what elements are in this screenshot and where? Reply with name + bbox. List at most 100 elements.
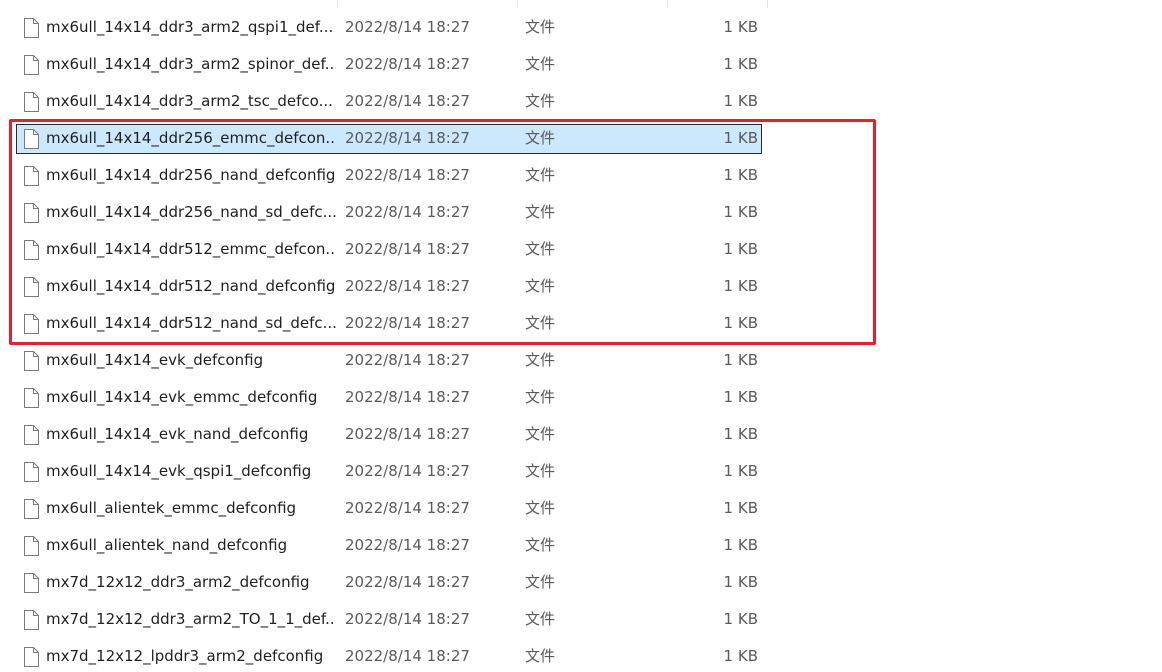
- file-modified-date: 2022/8/14 18:27: [345, 573, 470, 591]
- file-type: 文件: [525, 314, 556, 332]
- file-row[interactable]: mx7d_12x12_ddr3_arm2_defconfig 2022/8/14…: [16, 568, 762, 598]
- file-type: 文件: [525, 277, 556, 295]
- file-size: 1 KB: [723, 203, 758, 221]
- file-icon: [24, 425, 39, 445]
- file-size: 1 KB: [723, 55, 758, 73]
- file-modified-date: 2022/8/14 18:27: [345, 351, 470, 369]
- file-size: 1 KB: [723, 425, 758, 443]
- file-row[interactable]: mx6ull_alientek_nand_defconfig 2022/8/14…: [16, 531, 762, 561]
- file-icon: [24, 92, 39, 112]
- file-icon: [24, 647, 39, 667]
- file-type: 文件: [525, 55, 556, 73]
- file-icon: [24, 277, 39, 297]
- file-row[interactable]: mx6ull_14x14_evk_qspi1_defconfig 2022/8/…: [16, 457, 762, 487]
- file-row[interactable]: mx6ull_14x14_evk_defconfig 2022/8/14 18:…: [16, 346, 762, 376]
- file-type: 文件: [525, 462, 556, 480]
- file-size: 1 KB: [723, 462, 758, 480]
- file-name: mx6ull_alientek_nand_defconfig: [46, 536, 288, 554]
- file-modified-date: 2022/8/14 18:27: [345, 425, 470, 443]
- file-modified-date: 2022/8/14 18:27: [345, 18, 470, 36]
- file-row[interactable]: mx6ull_14x14_ddr512_emmc_defcon... 2022/…: [16, 235, 762, 265]
- file-row[interactable]: mx6ull_14x14_ddr512_nand_sd_defc... 2022…: [16, 309, 762, 339]
- file-name: mx6ull_14x14_ddr3_arm2_qspi1_def...: [46, 18, 334, 36]
- file-name: mx6ull_14x14_ddr512_emmc_defcon...: [46, 240, 336, 258]
- column-separator: [767, 0, 768, 8]
- file-name: mx6ull_14x14_ddr256_emmc_defcon...: [46, 129, 336, 147]
- file-size: 1 KB: [723, 277, 758, 295]
- file-row[interactable]: mx6ull_14x14_evk_emmc_defconfig 2022/8/1…: [16, 383, 762, 413]
- file-icon: [24, 166, 39, 186]
- column-separator: [667, 0, 668, 8]
- file-modified-date: 2022/8/14 18:27: [345, 166, 470, 184]
- file-type: 文件: [525, 610, 556, 628]
- file-icon: [24, 462, 39, 482]
- file-icon: [24, 314, 39, 334]
- file-row-selected[interactable]: mx6ull_14x14_ddr256_emmc_defcon... 2022/…: [16, 124, 762, 154]
- file-type: 文件: [525, 388, 556, 406]
- file-type: 文件: [525, 499, 556, 517]
- file-size: 1 KB: [723, 499, 758, 517]
- file-type: 文件: [525, 166, 556, 184]
- file-size: 1 KB: [723, 388, 758, 406]
- column-separator: [517, 0, 518, 8]
- file-row[interactable]: mx6ull_14x14_ddr256_nand_sd_defc... 2022…: [16, 198, 762, 228]
- file-size: 1 KB: [723, 166, 758, 184]
- file-icon: [24, 240, 39, 260]
- file-type: 文件: [525, 92, 556, 110]
- file-type: 文件: [525, 240, 556, 258]
- file-icon: [24, 499, 39, 519]
- file-modified-date: 2022/8/14 18:27: [345, 92, 470, 110]
- file-name: mx7d_12x12_ddr3_arm2_TO_1_1_def...: [46, 610, 336, 628]
- file-name: mx6ull_14x14_ddr3_arm2_spinor_def...: [46, 55, 336, 73]
- file-row[interactable]: mx6ull_14x14_evk_nand_defconfig 2022/8/1…: [16, 420, 762, 450]
- file-size: 1 KB: [723, 240, 758, 258]
- file-list: mx6ull_14x14_ddr3_arm2_qspi1_def... 2022…: [0, 0, 1162, 667]
- file-icon: [24, 351, 39, 371]
- file-icon: [24, 610, 39, 630]
- file-icon: [24, 573, 39, 593]
- file-name: mx6ull_14x14_ddr256_nand_defconfig: [46, 166, 336, 184]
- file-type: 文件: [525, 129, 556, 147]
- file-modified-date: 2022/8/14 18:27: [345, 277, 470, 295]
- file-icon: [24, 536, 39, 556]
- file-name: mx6ull_alientek_emmc_defconfig: [46, 499, 297, 517]
- file-modified-date: 2022/8/14 18:27: [345, 314, 470, 332]
- file-modified-date: 2022/8/14 18:27: [345, 610, 470, 628]
- file-type: 文件: [525, 536, 556, 554]
- file-name: mx6ull_14x14_ddr512_nand_defconfig: [46, 277, 336, 295]
- file-modified-date: 2022/8/14 18:27: [345, 647, 470, 665]
- file-name: mx6ull_14x14_evk_qspi1_defconfig: [46, 462, 312, 480]
- file-name: mx7d_12x12_ddr3_arm2_defconfig: [46, 573, 310, 591]
- file-name: mx6ull_14x14_evk_emmc_defconfig: [46, 388, 318, 406]
- file-modified-date: 2022/8/14 18:27: [345, 55, 470, 73]
- file-icon: [24, 18, 39, 38]
- file-name: mx6ull_14x14_evk_defconfig: [46, 351, 264, 369]
- file-row[interactable]: mx6ull_14x14_ddr256_nand_defconfig 2022/…: [16, 161, 762, 191]
- file-modified-date: 2022/8/14 18:27: [345, 499, 470, 517]
- file-modified-date: 2022/8/14 18:27: [345, 388, 470, 406]
- file-row[interactable]: mx6ull_14x14_ddr3_arm2_qspi1_def... 2022…: [16, 13, 762, 43]
- file-icon: [24, 129, 39, 149]
- file-row[interactable]: mx7d_12x12_lpddr3_arm2_defconfig 2022/8/…: [16, 642, 762, 672]
- file-row[interactable]: mx6ull_14x14_ddr512_nand_defconfig 2022/…: [16, 272, 762, 302]
- file-name: mx6ull_14x14_ddr3_arm2_tsc_defco...: [46, 92, 333, 110]
- file-modified-date: 2022/8/14 18:27: [345, 536, 470, 554]
- file-size: 1 KB: [723, 351, 758, 369]
- file-row[interactable]: mx6ull_14x14_ddr3_arm2_spinor_def... 202…: [16, 50, 762, 80]
- file-name: mx6ull_14x14_ddr256_nand_sd_defc...: [46, 203, 336, 221]
- file-size: 1 KB: [723, 647, 758, 665]
- file-type: 文件: [525, 647, 556, 665]
- file-name: mx6ull_14x14_evk_nand_defconfig: [46, 425, 309, 443]
- file-type: 文件: [525, 425, 556, 443]
- file-icon: [24, 388, 39, 408]
- file-row[interactable]: mx6ull_alientek_emmc_defconfig 2022/8/14…: [16, 494, 762, 524]
- file-name: mx7d_12x12_lpddr3_arm2_defconfig: [46, 647, 324, 665]
- file-row[interactable]: mx7d_12x12_ddr3_arm2_TO_1_1_def... 2022/…: [16, 605, 762, 635]
- file-icon: [24, 55, 39, 75]
- file-size: 1 KB: [723, 610, 758, 628]
- file-icon: [24, 203, 39, 223]
- column-separator: [337, 0, 338, 8]
- file-size: 1 KB: [723, 536, 758, 554]
- file-row[interactable]: mx6ull_14x14_ddr3_arm2_tsc_defco... 2022…: [16, 87, 762, 117]
- file-modified-date: 2022/8/14 18:27: [345, 203, 470, 221]
